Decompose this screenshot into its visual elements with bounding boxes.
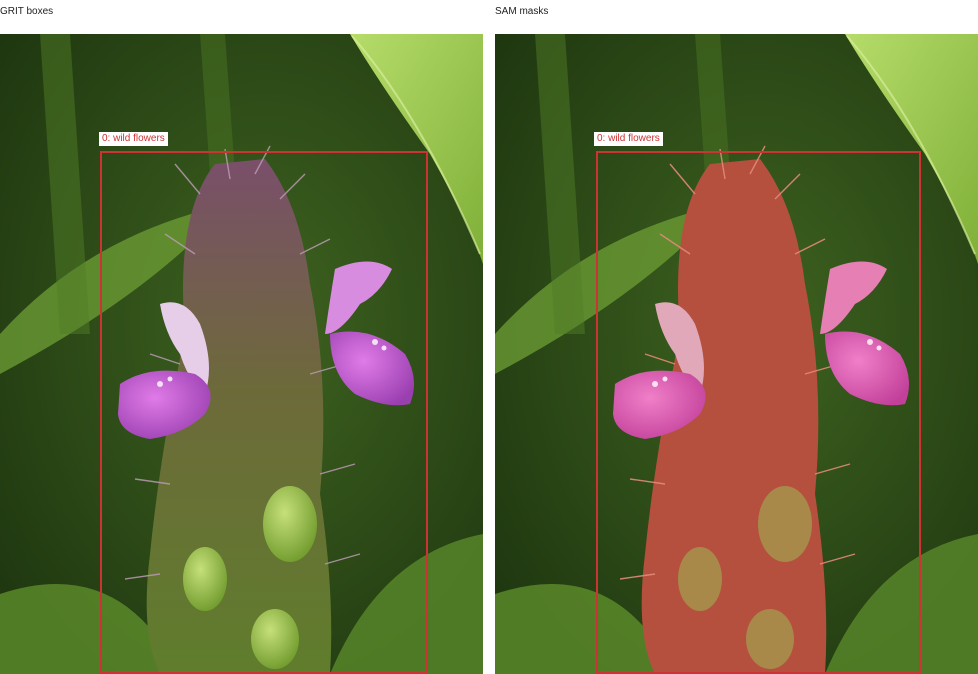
sam-photo: 0: wild flowers	[495, 34, 978, 674]
bounding-box-label: 0: wild flowers	[99, 132, 168, 146]
grit-photo: 0: wild flowers	[0, 34, 483, 674]
bounding-box	[100, 151, 428, 674]
mask-bounding-box	[596, 151, 921, 674]
panel-title-sam-masks: SAM masks	[495, 6, 549, 17]
panel-title-grit-boxes: GRIT boxes	[0, 6, 54, 17]
mask-label: 0: wild flowers	[594, 132, 663, 146]
